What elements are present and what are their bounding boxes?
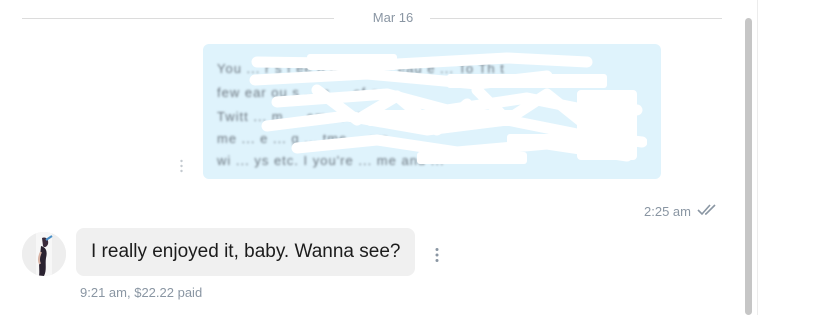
outgoing-time: 2:25 am [644,204,691,219]
more-options-icon[interactable] [434,247,440,263]
outgoing-message-bubble[interactable]: You ... r s f ee o mme e ... eau e ... T… [203,44,661,179]
divider-line-left [22,18,334,19]
message-options-dots-icon[interactable] [180,159,183,173]
scroll-track [757,0,758,315]
scrollbar-thumb[interactable] [745,18,752,315]
incoming-time: 9:21 am, [80,285,131,300]
redaction-scribble [249,52,647,164]
chat-thread: Mar 16 You ... r s f ee o mme e ... eau … [0,0,814,315]
incoming-message-text: I really enjoyed it, baby. Wanna see? [91,241,401,262]
double-check-icon [697,204,719,219]
incoming-meta: 9:21 am, $22.22 paid [80,285,202,300]
date-divider: Mar 16 [22,9,722,29]
sender-avatar[interactable] [22,232,66,276]
date-label: Mar 16 [372,10,414,25]
divider-line-right [430,18,722,19]
incoming-message-bubble[interactable]: I really enjoyed it, baby. Wanna see? [76,228,416,276]
paid-amount: $22.22 paid [134,285,203,300]
outgoing-meta: 2:25 am [644,204,719,219]
